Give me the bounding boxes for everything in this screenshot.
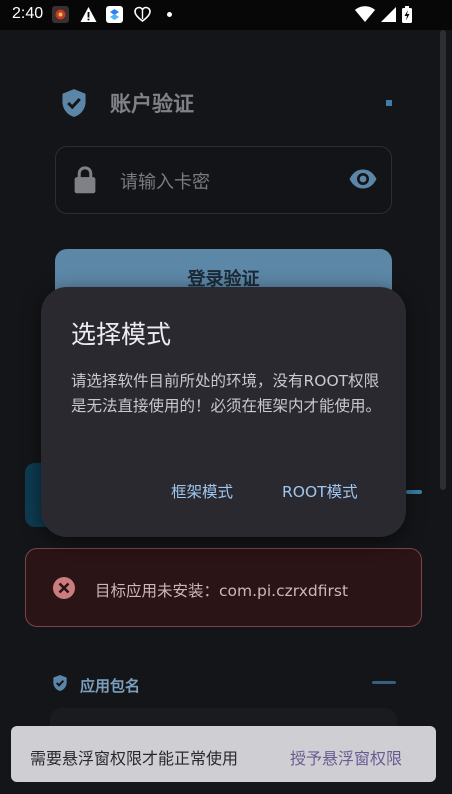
error-message-card: 目标应用未安装：com.pi.czrxdfirst [25, 548, 422, 627]
app-badge-icon [106, 6, 123, 23]
snackbar: 需要悬浮窗权限才能正常使用 授予悬浮窗权限 [11, 726, 436, 782]
dialog-message: 请选择软件目前所处的环境，没有ROOT权限是无法直接使用的！必须在框架内才能使用… [71, 372, 382, 415]
eye-icon[interactable] [348, 168, 378, 190]
battery-icon [402, 6, 412, 23]
health-icon [134, 6, 151, 22]
package-name-label: 应用包名 [80, 677, 141, 695]
signal-icon [381, 7, 396, 22]
status-time: 2:40 [12, 5, 44, 22]
background-divider [406, 490, 422, 494]
scrollbar[interactable] [440, 30, 446, 490]
page-title: 账户验证 [110, 92, 194, 116]
grant-overlay-permission-button[interactable]: 授予悬浮窗权限 [290, 745, 402, 769]
card-key-placeholder: 请输入卡密 [120, 172, 210, 193]
app-notification-icon [52, 6, 69, 23]
header-indicator [386, 100, 392, 106]
wifi-icon [355, 6, 375, 22]
shield-check-icon [53, 675, 67, 691]
shield-check-icon [62, 89, 86, 117]
snackbar-message: 需要悬浮窗权限才能正常使用 [30, 749, 239, 768]
status-bar: 2:40 [0, 0, 452, 30]
card-key-input[interactable]: 请输入卡密 [55, 146, 392, 214]
error-text: 目标应用未安装：com.pi.czrxdfirst [95, 582, 349, 600]
warning-icon [80, 7, 97, 22]
dialog-title: 选择模式 [71, 320, 172, 349]
root-mode-button[interactable]: ROOT模式 [282, 480, 358, 502]
lock-icon [74, 166, 96, 194]
mode-select-dialog: 选择模式 请选择软件目前所处的环境，没有ROOT权限是无法直接使用的！必须在框架… [41, 287, 406, 537]
collapse-icon[interactable] [372, 681, 396, 684]
frame-mode-button[interactable]: 框架模式 [171, 480, 233, 502]
close-circle-icon [53, 577, 75, 599]
notification-dot [167, 12, 172, 17]
